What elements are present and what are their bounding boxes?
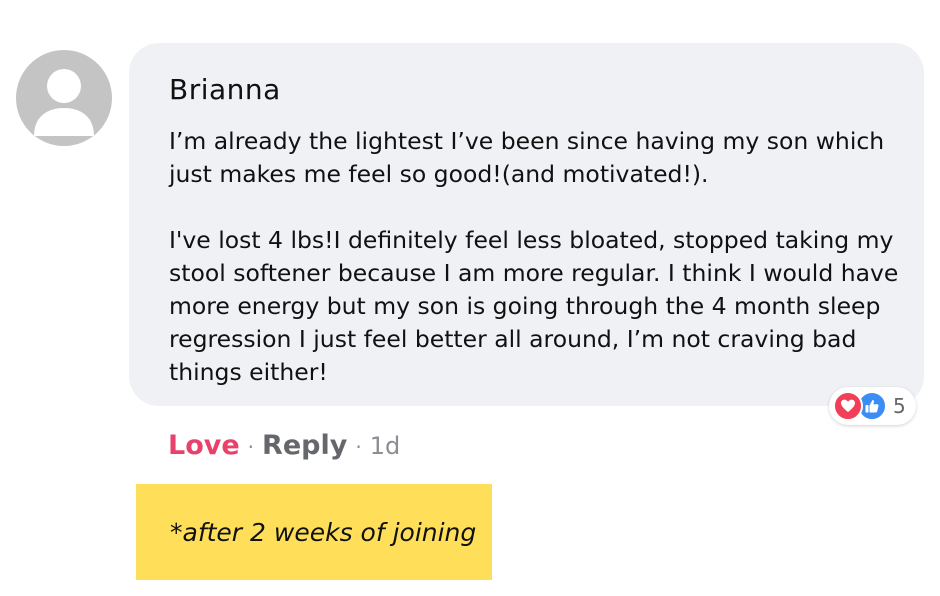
comment-bubble: Brianna I’m already the lightest I’ve be…: [129, 43, 924, 406]
reaction-count: 5: [893, 394, 906, 418]
reply-link[interactable]: Reply: [262, 430, 347, 461]
separator-dot: ·: [247, 435, 255, 459]
love-reaction-link[interactable]: Love: [168, 430, 240, 461]
heart-icon: [833, 391, 863, 421]
comment-text: I’m already the lightest I’ve been since…: [169, 125, 909, 389]
comment-screenshot: Brianna I’m already the lightest I’ve be…: [0, 0, 940, 596]
comment-actions: Love · Reply · 1d: [168, 430, 400, 461]
note-text: *after 2 weeks of joining: [170, 517, 477, 547]
comment-paragraph: I’m already the lightest I’ve been since…: [169, 127, 885, 188]
comment-author[interactable]: Brianna: [169, 73, 281, 106]
comment-paragraph: I've lost 4 lbs!I definitely feel less b…: [169, 226, 899, 386]
highlight-note: *after 2 weeks of joining: [136, 484, 492, 580]
separator-dot: ·: [355, 435, 362, 459]
avatar[interactable]: [16, 50, 112, 146]
reactions-summary[interactable]: 5: [829, 387, 916, 425]
default-user-icon: [34, 69, 94, 136]
comment-timestamp[interactable]: 1d: [370, 432, 401, 460]
